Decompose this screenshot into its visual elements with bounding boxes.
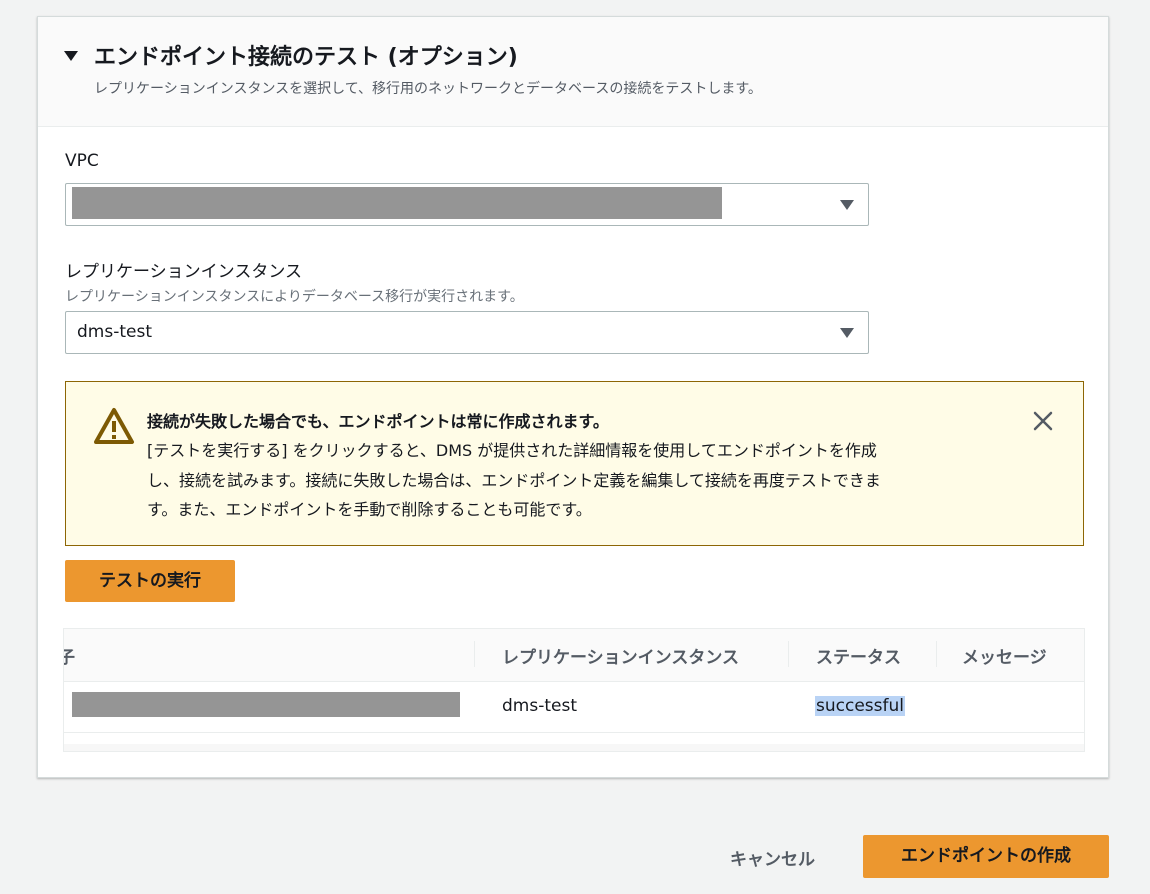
column-header-replication-instance[interactable]: レプリケーションインスタンス (502, 643, 739, 668)
column-divider[interactable] (936, 641, 937, 667)
panel-description: レプリケーションインスタンスを選択して、移行用のネットワークとデータベースの接続… (94, 81, 762, 97)
warning-text-line: し、接続を試みます。接続に失敗した場合は、エンドポイント定義を編集して接続を再度… (147, 471, 881, 490)
column-divider[interactable] (474, 641, 475, 667)
redacted-vpc-value (72, 187, 722, 219)
create-endpoint-button[interactable]: エンドポイントの作成 (863, 835, 1109, 878)
replication-instance-select-value: dms-test (77, 322, 152, 342)
test-endpoint-connection-panel: エンドポイント接続のテスト (オプション) レプリケーションインスタンスを選択し… (37, 16, 1109, 778)
replication-instance-label: レプリケーションインスタンス (65, 262, 302, 282)
warning-alert: 接続が失敗した場合でも、エンドポイントは常に作成されます。 [テストを実行する]… (65, 381, 1084, 546)
column-header-identifier[interactable]: 子 (64, 643, 75, 668)
replication-instance-description: レプリケーションインスタンスによりデータベース移行が実行されます。 (65, 289, 524, 305)
panel-header[interactable]: エンドポイント接続のテスト (オプション) レプリケーションインスタンスを選択し… (38, 17, 1108, 127)
warning-title: 接続が失敗した場合でも、エンドポイントは常に作成されます。 (147, 412, 609, 431)
replication-instance-select[interactable]: dms-test (65, 311, 869, 354)
replication-instance-cell: dms-test (502, 696, 577, 716)
dropdown-arrow-icon (840, 200, 854, 210)
table-row: dms-test successful (64, 681, 1084, 733)
column-header-message[interactable]: メッセージ (962, 643, 1047, 668)
panel-title: エンドポイント接続のテスト (オプション) (94, 45, 518, 70)
run-test-button[interactable]: テストの実行 (65, 560, 235, 602)
status-cell: successful (815, 696, 905, 716)
warning-text-line: す。また、エンドポイントを手動で削除することも可能です。 (147, 500, 592, 519)
column-divider[interactable] (788, 641, 789, 667)
test-results-table: 子 レプリケーションインスタンス ステータス メッセージ dms-test su… (63, 628, 1085, 752)
close-icon[interactable] (1030, 408, 1056, 434)
vpc-label: VPC (65, 151, 99, 171)
warning-icon (94, 408, 134, 444)
caret-down-icon[interactable] (64, 51, 78, 61)
vpc-select[interactable] (65, 183, 869, 226)
redacted-identifier (72, 692, 460, 717)
warning-text-line: [テストを実行する] をクリックすると、DMS が提供された詳細情報を使用してエ… (147, 441, 877, 460)
column-header-status[interactable]: ステータス (816, 643, 901, 668)
horizontal-scrollbar[interactable] (64, 744, 1084, 751)
table-header: 子 レプリケーションインスタンス ステータス メッセージ (64, 629, 1084, 682)
dropdown-arrow-icon (840, 328, 854, 338)
cancel-button[interactable]: キャンセル (730, 845, 815, 870)
